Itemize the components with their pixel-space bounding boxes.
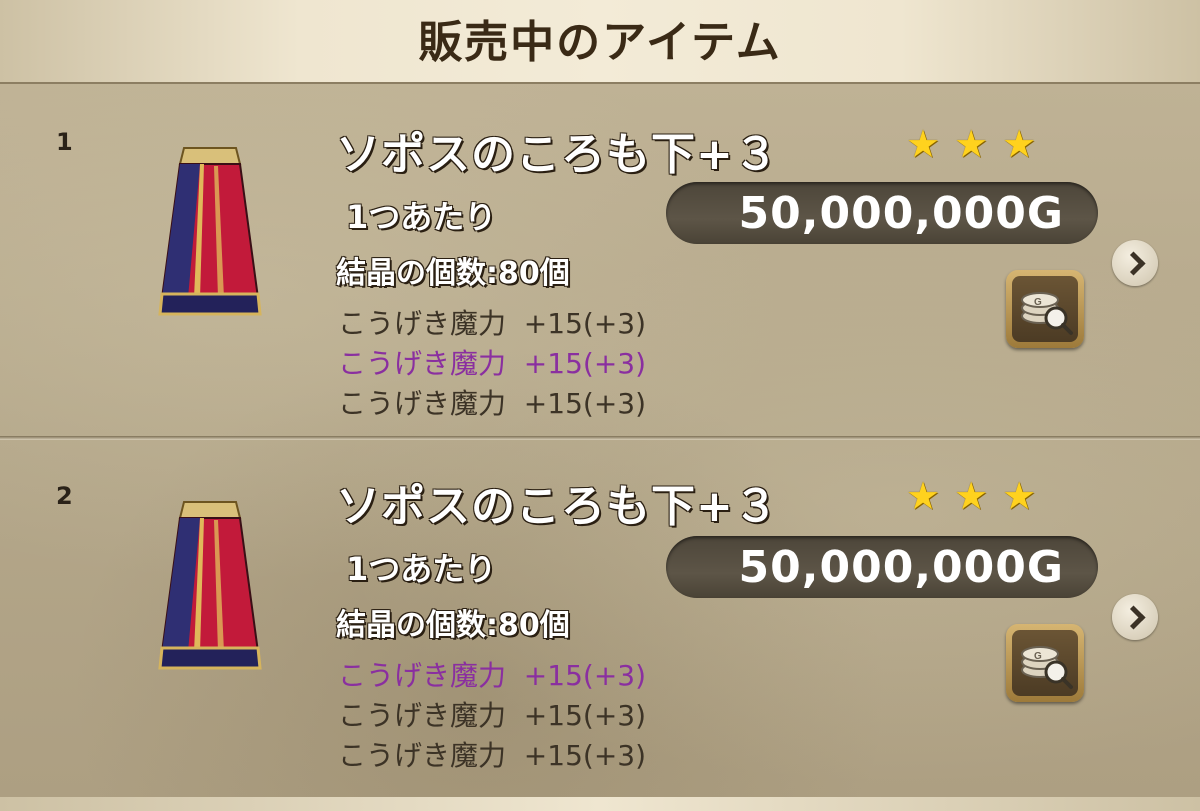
stat-line: こうげき魔力 +15(+3) [338, 739, 647, 772]
coin-search-button[interactable]: G [1006, 270, 1084, 348]
stat-line: こうげき魔力 +15(+3) [338, 347, 647, 380]
item-index: 1 [56, 128, 73, 156]
star-icon: ★ [954, 474, 989, 518]
svg-text:G: G [1034, 297, 1042, 308]
chevron-right-icon[interactable] [1112, 240, 1158, 286]
coin-search-icon: G [1012, 630, 1078, 696]
rarity-stars: ★ ★ ★ [906, 124, 1036, 164]
price-value: 50,000,000G [738, 188, 1064, 239]
list-item[interactable]: 2 ソポスのころも下+３ ★ ★ ★ 1つあたり 50,000,000G 結晶の… [0, 440, 1200, 792]
price-value: 50,000,000G [738, 542, 1064, 593]
price-box: 50,000,000G [666, 182, 1098, 244]
robe-bottom-icon [158, 147, 262, 316]
coin-search-button[interactable]: G [1006, 624, 1084, 702]
svg-text:G: G [1034, 651, 1042, 662]
chevron-right-icon[interactable] [1112, 594, 1158, 640]
star-icon: ★ [906, 474, 941, 518]
item-name: ソポスのころも下+３ [336, 481, 779, 532]
crystal-count: 結晶の個数:80個 [336, 608, 570, 643]
robe-bottom-icon [158, 501, 262, 670]
footer-strip [0, 797, 1200, 811]
rarity-stars: ★ ★ ★ [906, 476, 1036, 516]
item-name: ソポスのころも下+３ [336, 129, 779, 180]
star-icon: ★ [1002, 474, 1037, 518]
star-icon: ★ [906, 122, 941, 166]
coin-search-icon: G [1012, 276, 1078, 342]
header-bar: 販売中のアイテム [0, 0, 1200, 84]
price-box: 50,000,000G [666, 536, 1098, 598]
per-unit-label: 1つあたり [346, 550, 497, 588]
stat-line: こうげき魔力 +15(+3) [338, 307, 647, 340]
stat-line: こうげき魔力 +15(+3) [338, 659, 647, 692]
star-icon: ★ [1002, 122, 1037, 166]
list-item[interactable]: 1 ソポスのころも下+３ ★ ★ ★ 1つあたり 50,000,000G 結晶の… [0, 84, 1200, 436]
stat-line: こうげき魔力 +15(+3) [338, 699, 647, 732]
crystal-count: 結晶の個数:80個 [336, 256, 570, 291]
star-icon: ★ [954, 122, 989, 166]
stat-line: こうげき魔力 +15(+3) [338, 387, 647, 420]
item-index: 2 [56, 482, 73, 510]
page-title: 販売中のアイテム [418, 17, 782, 68]
per-unit-label: 1つあたり [346, 198, 497, 236]
